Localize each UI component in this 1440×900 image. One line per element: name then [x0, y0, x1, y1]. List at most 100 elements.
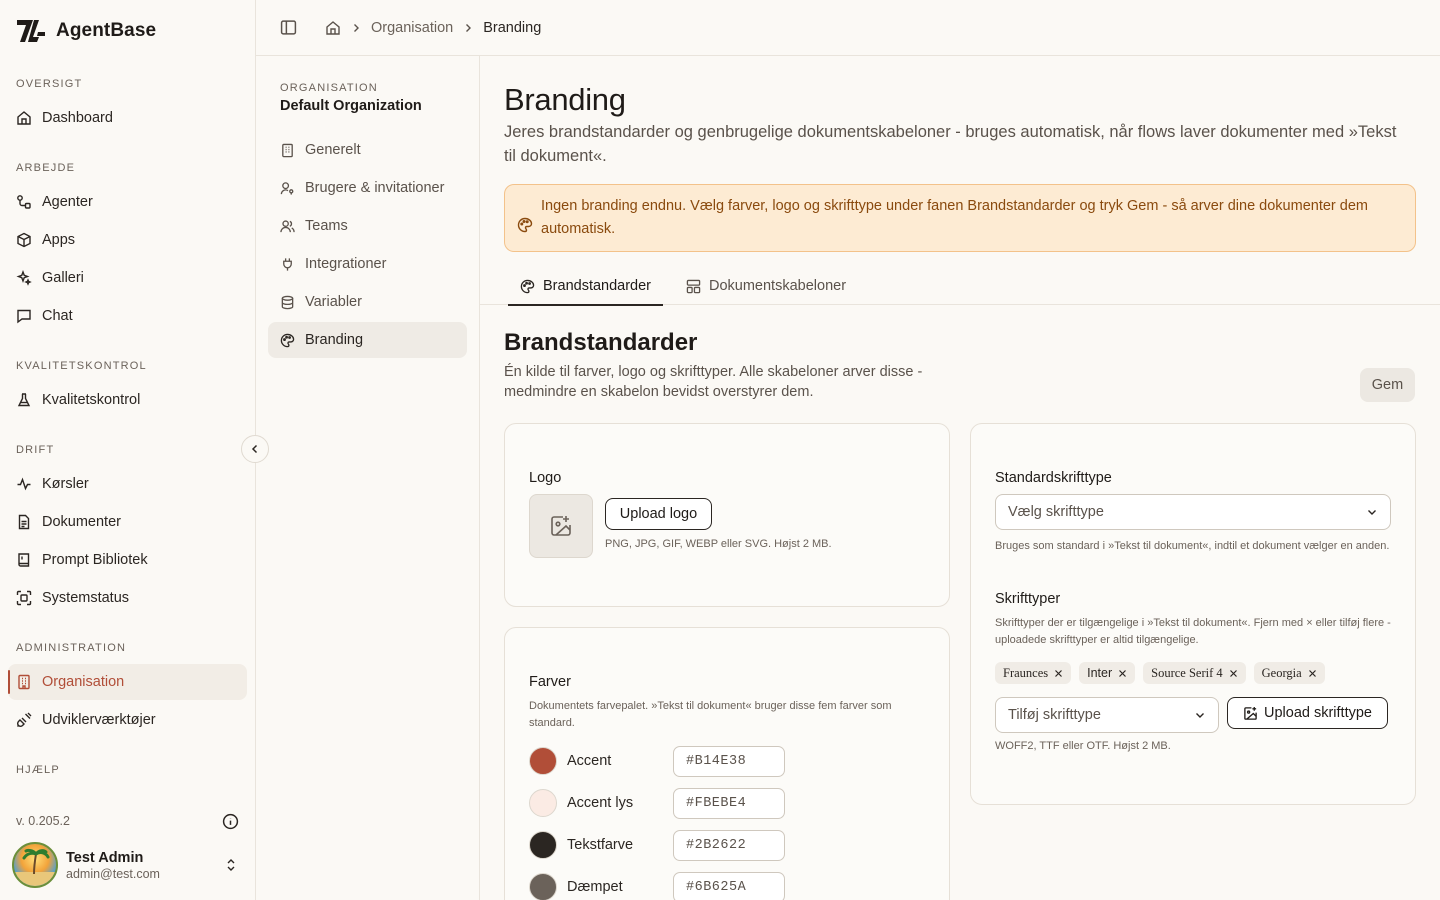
close-icon[interactable]: [1054, 669, 1063, 678]
color-swatch[interactable]: [529, 747, 557, 775]
logo-placeholder[interactable]: [529, 494, 593, 558]
upload-font-label: Upload skrifttype: [1264, 705, 1372, 721]
sidebar-item-chat[interactable]: Chat: [8, 298, 247, 334]
home-icon[interactable]: [325, 20, 341, 36]
sidebar-item-label: Agenter: [42, 194, 93, 210]
template-icon: [686, 279, 701, 294]
image-plus-icon: [549, 514, 573, 538]
sidebar-item-label: Apps: [42, 232, 76, 248]
colors-card: Farver Dokumentets farvepalet. »Tekst ti…: [504, 627, 950, 900]
chevron-left-icon: [249, 443, 261, 455]
breadcrumb-organisation[interactable]: Organisation: [371, 20, 453, 36]
user-menu[interactable]: Test Admin admin@test.com: [12, 842, 248, 888]
font-chip: Source Serif 4: [1143, 662, 1246, 684]
sidebar-item-systemstatus[interactable]: Systemstatus: [8, 580, 247, 616]
color-swatch[interactable]: [529, 873, 557, 900]
close-icon[interactable]: [1118, 669, 1127, 678]
subnav-item-generelt[interactable]: Generelt: [268, 132, 467, 168]
sidebar-item-dokumenter[interactable]: Dokumenter: [8, 504, 247, 540]
font-chip: Fraunces: [995, 662, 1072, 684]
color-row-tekstfarve: Tekstfarve #2B2622: [529, 829, 929, 861]
color-hex-input[interactable]: #B14E38: [673, 745, 785, 777]
sidebar-collapse-button[interactable]: [241, 435, 269, 463]
color-row-accent: Accent #B14E38: [529, 745, 929, 777]
chevron-down-icon: [1194, 709, 1206, 721]
subnav-item-brugere[interactable]: Brugere & invitationer: [268, 170, 467, 206]
font-chip-label: Source Serif 4: [1151, 665, 1223, 680]
subnav-kicker: ORGANISATION: [280, 82, 378, 94]
sidebar-item-prompt-bibliotek[interactable]: Prompt Bibliotek: [8, 542, 247, 578]
color-hex-input[interactable]: #FBEBE4: [673, 787, 785, 819]
fonts-hint: Skrifttyper der er tilgængelige i »Tekst…: [995, 617, 1391, 646]
tab-label: Dokumentskabeloner: [709, 278, 847, 294]
upload-logo-button[interactable]: Upload logo: [605, 498, 712, 530]
brand[interactable]: AgentBase: [16, 18, 156, 44]
subnav-item-label: Teams: [305, 218, 348, 234]
font-chip-label: Georgia: [1261, 665, 1302, 680]
default-font-placeholder: Vælg skrifttype: [1008, 504, 1104, 520]
sidebar-item-organisation[interactable]: Organisation: [8, 664, 247, 700]
sidebar-item-udviklervaerktojer[interactable]: Udviklerværktøjer: [8, 702, 247, 738]
sidebar-item-label: Kørsler: [42, 476, 89, 492]
document-icon: [16, 514, 32, 530]
sidebar-toggle-icon[interactable]: [280, 19, 297, 36]
user-info: Test Admin admin@test.com: [66, 850, 160, 881]
app-name: AgentBase: [56, 20, 157, 41]
palette-icon: [280, 333, 295, 348]
color-swatch[interactable]: [529, 831, 557, 859]
info-icon[interactable]: [222, 813, 239, 830]
subnav-item-teams[interactable]: Teams: [268, 208, 467, 244]
section-oversigt: OVERSIGT: [16, 78, 83, 90]
chevrons-up-down-icon: [224, 858, 238, 872]
logo-label: Logo: [529, 470, 562, 486]
sidebar-item-dashboard[interactable]: Dashboard: [8, 100, 247, 136]
sidebar-item-galleri[interactable]: Galleri: [8, 260, 247, 296]
add-font-select[interactable]: Tilføj skrifttype: [995, 697, 1219, 733]
sidebar-item-agenter[interactable]: Agenter: [8, 184, 247, 220]
font-chips: Fraunces Inter Source Serif 4 Georgia: [995, 662, 1325, 684]
tabs: Brandstandarder Dokumentskabeloner: [480, 268, 1440, 306]
sidebar-item-label: Dokumenter: [42, 514, 121, 530]
section-kvalitetskontrol: KVALITETSKONTROL: [16, 360, 147, 372]
building-icon: [280, 143, 295, 158]
upload-font-button[interactable]: Upload skrifttype: [1227, 697, 1388, 729]
color-swatch[interactable]: [529, 789, 557, 817]
sidebar-item-kvalitetskontrol[interactable]: Kvalitetskontrol: [8, 382, 247, 418]
app-version: v. 0.205.2: [16, 814, 70, 828]
color-row-accent-lys: Accent lys #FBEBE4: [529, 787, 929, 819]
sidebar-item-korsler[interactable]: Kørsler: [8, 466, 247, 502]
building-icon: [16, 674, 32, 690]
chevron-right-icon: [351, 23, 361, 33]
font-chip: Georgia: [1253, 662, 1325, 684]
colors-hint: Dokumentets farvepalet. »Tekst til dokum…: [529, 700, 892, 729]
book-icon: [16, 552, 32, 568]
subnav-item-label: Variabler: [305, 294, 362, 310]
sidebar-item-apps[interactable]: Apps: [8, 222, 247, 258]
workflow-icon: [16, 194, 32, 210]
sidebar-item-label: Prompt Bibliotek: [42, 552, 148, 568]
color-hex-input[interactable]: #2B2622: [673, 829, 785, 861]
tab-brandstandarder[interactable]: Brandstandarder: [508, 268, 664, 306]
plug-icon: [16, 712, 32, 728]
section-drift: DRIFT: [16, 444, 55, 456]
save-button[interactable]: Gem: [1360, 368, 1415, 402]
subnav-item-integrationer[interactable]: Integrationer: [268, 246, 467, 282]
user-email: admin@test.com: [66, 866, 160, 881]
tab-label: Brandstandarder: [543, 278, 652, 294]
color-hex-input[interactable]: #6B625A: [673, 871, 785, 900]
close-icon[interactable]: [1229, 669, 1238, 678]
subnav-item-branding[interactable]: Branding: [268, 322, 467, 358]
no-branding-alert: Ingen branding endnu. Vælg farver, logo …: [504, 184, 1416, 252]
color-name: Accent lys: [567, 795, 634, 811]
user-name: Test Admin: [66, 849, 144, 866]
sidebar: AgentBase OVERSIGT Dashboard ARBEJDE Age…: [0, 0, 256, 900]
subnav-item-variabler[interactable]: Variabler: [268, 284, 467, 320]
close-icon[interactable]: [1308, 669, 1317, 678]
sidebar-item-label: Galleri: [42, 270, 84, 286]
tab-dokumentskabeloner[interactable]: Dokumentskabeloner: [686, 268, 846, 304]
subnav-item-label: Integrationer: [305, 256, 387, 272]
default-font-select[interactable]: Vælg skrifttype: [995, 494, 1391, 530]
sidebar-item-label: Kvalitetskontrol: [42, 392, 141, 408]
sidebar-item-label: Systemstatus: [42, 590, 130, 606]
sidebar-item-label: Udviklerværktøjer: [42, 712, 156, 728]
